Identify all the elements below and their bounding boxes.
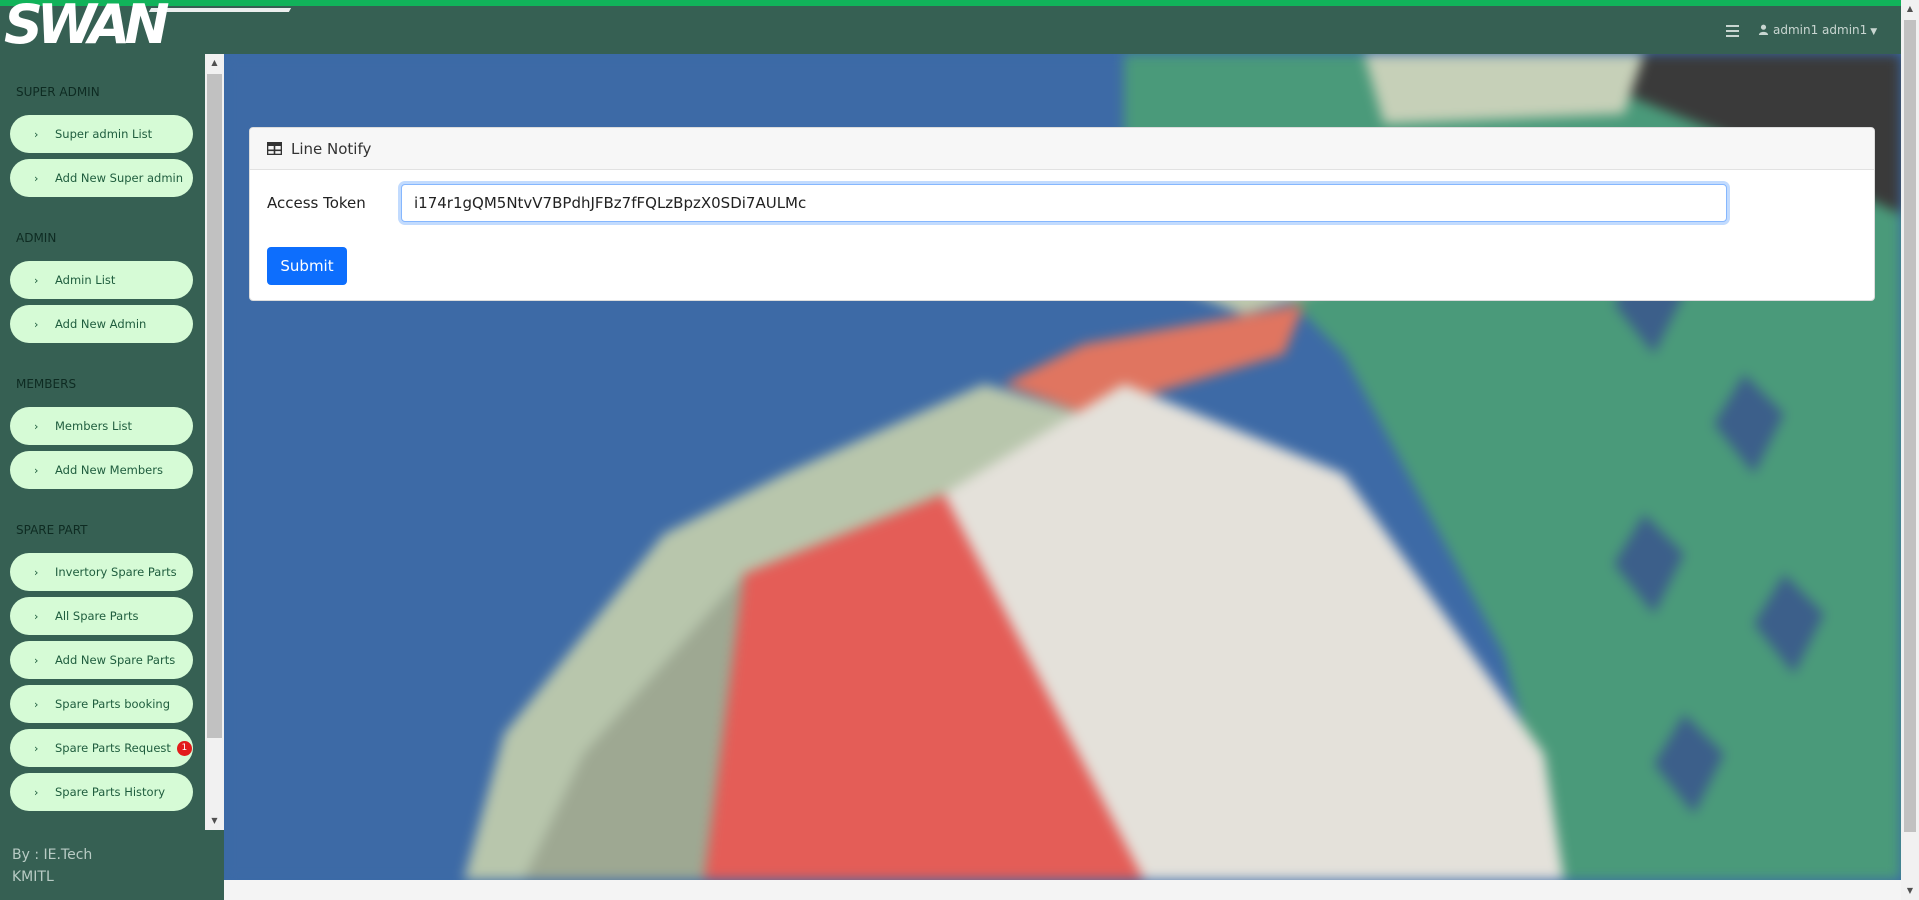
sidebar-item-all-spare-parts[interactable]: › All Spare Parts (10, 597, 193, 635)
swan-logo[interactable]: SWAN (0, 0, 300, 54)
chevron-right-icon: › (34, 317, 39, 331)
section-title-admin: ADMIN (16, 231, 57, 245)
sidebar-item-inventory-spare-parts[interactable]: › Invertory Spare Parts (10, 553, 193, 591)
access-token-input[interactable] (401, 184, 1727, 222)
submit-button[interactable]: Submit (267, 247, 347, 285)
section-title-members: MEMBERS (16, 377, 77, 391)
credit-line-2: KMITL (12, 869, 54, 885)
chevron-right-icon: › (34, 171, 39, 185)
chevron-right-icon: › (34, 785, 39, 799)
sidebar: SUPER ADMIN › Super admin List › Add New S… (0, 54, 224, 900)
footer-credit: By : IE.Tech KMITL (12, 844, 92, 888)
scroll-up-icon[interactable]: ▲ (1901, 0, 1919, 18)
chevron-right-icon: › (34, 609, 39, 623)
access-token-label: Access Token (267, 194, 366, 212)
notification-badge: 1 (176, 740, 192, 756)
chevron-right-icon: › (34, 565, 39, 579)
sidebar-item-add-spare-parts[interactable]: › Add New Spare Parts (10, 641, 193, 679)
scroll-up-icon[interactable]: ▲ (205, 54, 224, 72)
chevron-right-icon: › (34, 697, 39, 711)
card-header: Line Notify (250, 128, 1874, 170)
sidebar-scrollbar[interactable]: ▲ ▼ (205, 54, 224, 830)
sidebar-item-add-super-admin[interactable]: › Add New Super admin (10, 159, 193, 197)
user-icon (1758, 24, 1769, 35)
page-footer-strip (224, 880, 1901, 900)
sidebar-item-members-list[interactable]: › Members List (10, 407, 193, 445)
sidebar-nav: SUPER ADMIN › Super admin List › Add New S… (0, 54, 205, 830)
section-title-super-admin: SUPER ADMIN (16, 85, 100, 99)
card-title: Line Notify (291, 139, 372, 158)
chevron-right-icon: › (34, 653, 39, 667)
user-menu[interactable]: admin1 admin1 ▼ (1758, 23, 1877, 37)
sidebar-item-spare-parts-booking[interactable]: › Spare Parts booking (10, 685, 193, 723)
scroll-down-icon[interactable]: ▼ (1901, 882, 1919, 900)
hamburger-menu-icon[interactable] (1726, 25, 1739, 37)
sidebar-item-add-admin[interactable]: › Add New Admin (10, 305, 193, 343)
chevron-right-icon: › (34, 463, 39, 477)
access-token-row: Access Token (267, 184, 1727, 222)
page-scroll-thumb[interactable] (1904, 20, 1916, 832)
chevron-right-icon: › (34, 419, 39, 433)
line-notify-card: Line Notify Access Token Submit (249, 127, 1875, 301)
page-scrollbar[interactable]: ▲ ▼ (1901, 0, 1919, 900)
chevron-down-icon: ▼ (1870, 27, 1878, 37)
sidebar-item-add-members[interactable]: › Add New Members (10, 451, 193, 489)
section-title-spare-part: SPARE PART (16, 523, 88, 537)
sidebar-item-admin-list[interactable]: › Admin List (10, 261, 193, 299)
credit-line-1: By : IE.Tech (12, 847, 93, 863)
scroll-down-icon[interactable]: ▼ (205, 812, 224, 830)
table-icon (267, 142, 282, 155)
chevron-right-icon: › (34, 741, 39, 755)
sidebar-item-super-admin-list[interactable]: › Super admin List (10, 115, 193, 153)
sidebar-scroll-thumb[interactable] (207, 74, 222, 738)
chevron-right-icon: › (34, 273, 39, 287)
sidebar-item-spare-parts-history[interactable]: › Spare Parts History (10, 773, 193, 811)
chevron-right-icon: › (34, 127, 39, 141)
user-name: admin1 admin1 (1773, 23, 1868, 37)
sidebar-item-spare-parts-request[interactable]: › Spare Parts Request 1 (10, 729, 193, 767)
logo-swoosh (148, 8, 292, 12)
